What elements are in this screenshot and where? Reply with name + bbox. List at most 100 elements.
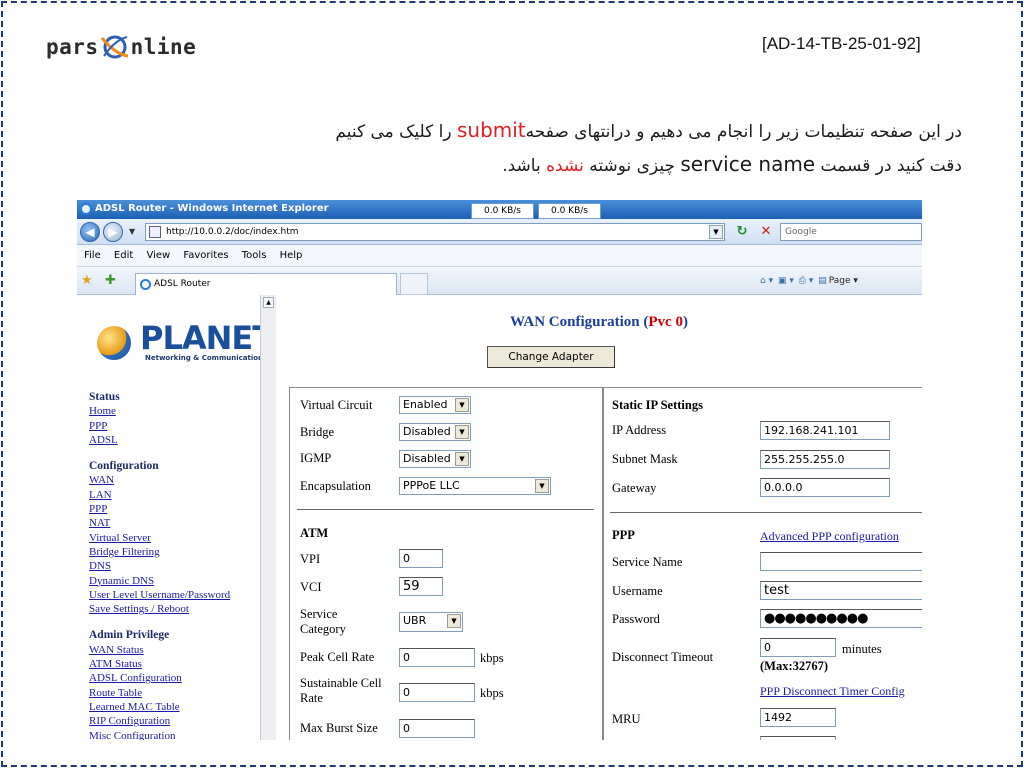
history-dropdown-icon[interactable]: ▼ (129, 227, 135, 236)
max-burst-size-input[interactable]: 0 (399, 719, 475, 738)
username-label: Username (612, 584, 663, 598)
bridge-label: Bridge (300, 425, 335, 439)
home-icon[interactable]: ⌂ ▾ (760, 276, 773, 286)
pvc-label: Pvc 0 (648, 314, 683, 330)
print-icon[interactable]: ⎙ ▾ (799, 276, 814, 286)
disconnect-timeout-label: Disconnect Timeout (612, 650, 714, 664)
not-written-keyword: نشده (546, 156, 584, 176)
wan-title-text: WAN Configuration ( (510, 314, 649, 330)
disconnect-timeout-max: (Max:32767) (760, 659, 829, 673)
vci-input[interactable]: 59 (399, 577, 443, 596)
nav-link-ppp[interactable]: PPP (89, 502, 264, 516)
nav-link-lan[interactable]: LAN (89, 488, 264, 502)
address-dropdown-icon[interactable]: ▼ (709, 225, 723, 239)
service-category-value: UBR (403, 614, 427, 627)
menu-view[interactable]: View (146, 245, 170, 267)
menu-tools[interactable]: Tools (242, 245, 267, 267)
refresh-icon[interactable]: ↻ (733, 224, 751, 240)
planet-brand: PLANET (140, 319, 274, 357)
nav-link-wan[interactable]: WAN (89, 473, 264, 487)
virtual-circuit-select[interactable]: Enabled ▼ (399, 396, 471, 414)
nav-link-rip-config[interactable]: RIP Configuration (89, 714, 264, 728)
chevron-down-icon: ▼ (535, 479, 549, 493)
encapsulation-label: Encapsulation (300, 479, 371, 493)
menu-edit[interactable]: Edit (114, 245, 133, 267)
nav-link-adsl[interactable]: ADSL (89, 433, 264, 447)
ip-address-label: IP Address (612, 423, 667, 437)
username-input[interactable]: test (760, 581, 922, 600)
nav-link-route-table[interactable]: Route Table (89, 686, 264, 700)
nav-link-save-reboot[interactable]: Save Settings / Reboot (89, 602, 264, 616)
mru-input[interactable]: 1492 (760, 708, 836, 727)
peak-cell-rate-input[interactable]: 0 (399, 648, 475, 667)
nav-link-home[interactable]: Home (89, 404, 264, 418)
parsonline-logo: pars nline (46, 32, 196, 62)
line1-text-a: در این صفحه تنظیمات زیر را انجام می دهیم… (525, 122, 962, 142)
page-menu-label[interactable]: Page (829, 276, 851, 286)
nav-link-ppp-status[interactable]: PPP (89, 419, 264, 433)
globe-icon (100, 34, 130, 60)
nav-link-misc-config[interactable]: Misc Configuration (89, 729, 264, 740)
search-input[interactable]: Google (780, 223, 922, 241)
change-adapter-button[interactable]: Change Adapter (487, 346, 615, 368)
logo-text-right: nline (130, 35, 197, 59)
scr-label-2: Rate (300, 691, 323, 705)
stop-icon[interactable]: ✕ (757, 224, 775, 240)
service-category-select[interactable]: UBR ▼ (399, 612, 463, 632)
vci-label: VCI (300, 580, 322, 594)
back-button[interactable]: ◀ (80, 222, 100, 242)
igmp-label: IGMP (300, 451, 332, 465)
page-icon (149, 226, 161, 238)
address-input[interactable]: http://10.0.0.2/doc/index.htm ▼ (145, 223, 725, 241)
scr-label-1: Sustainable Cell (300, 676, 382, 690)
nav-link-dns[interactable]: DNS (89, 559, 264, 573)
new-tab-button[interactable] (400, 273, 428, 295)
vpi-input[interactable]: 0 (399, 549, 443, 568)
ppp-disconnect-timer-link[interactable]: PPP Disconnect Timer Config (760, 684, 905, 699)
nav-link-wan-status[interactable]: WAN Status (89, 643, 264, 657)
password-input[interactable]: ●●●●●●●●●● (760, 609, 922, 628)
service-category-label: Service Category (300, 607, 346, 637)
favorites-star-icon[interactable]: ★ (81, 273, 93, 288)
nav-link-user-level[interactable]: User Level Username/Password (89, 588, 264, 602)
add-favorite-icon[interactable]: ✚ (105, 273, 116, 288)
nav-list: Status Home PPP ADSL Configuration WAN L… (89, 390, 264, 740)
scroll-up-icon[interactable]: ▲ (263, 297, 274, 308)
tab-adsl-router[interactable]: ADSL Router (135, 273, 397, 295)
nav-link-dynamic-dns[interactable]: Dynamic DNS (89, 574, 264, 588)
vpi-label: VPI (300, 552, 321, 566)
menu-file[interactable]: File (84, 245, 101, 267)
nav-link-atm-status[interactable]: ATM Status (89, 657, 264, 671)
menu-help[interactable]: Help (280, 245, 303, 267)
scr-unit: kbps (480, 686, 504, 700)
nav-link-mac-table[interactable]: Learned MAC Table (89, 700, 264, 714)
service-name-input[interactable] (760, 552, 922, 571)
bridge-select[interactable]: Disabled ▼ (399, 423, 471, 441)
encapsulation-select[interactable]: PPPoE LLC ▼ (399, 477, 551, 495)
subnet-mask-input[interactable]: 255.255.255.0 (760, 450, 890, 469)
sustainable-cell-rate-input[interactable]: 0 (399, 683, 475, 702)
feeds-icon[interactable]: ▣ ▾ (778, 276, 794, 286)
chevron-down-icon: ▼ (455, 398, 469, 412)
nav-link-adsl-config[interactable]: ADSL Configuration (89, 671, 264, 685)
page-menu-icon[interactable]: ▤ (818, 276, 827, 286)
address-bar-row: ◀ ▶ ▼ http://10.0.0.2/doc/index.htm ▼ ↻ … (77, 219, 922, 245)
service-name-label: Service Name (612, 555, 683, 569)
gateway-input[interactable]: 0.0.0.0 (760, 478, 890, 497)
advanced-ppp-link[interactable]: Advanced PPP configuration (760, 529, 899, 544)
ip-address-input[interactable]: 192.168.241.101 (760, 421, 890, 440)
service-category-label-2: Category (300, 622, 346, 636)
nav-link-bridge-filtering[interactable]: Bridge Filtering (89, 545, 264, 559)
nav-link-nat[interactable]: NAT (89, 516, 264, 530)
disconnect-timeout-input[interactable]: 0 (760, 638, 836, 657)
pcr-unit: kbps (480, 651, 504, 665)
forward-button[interactable]: ▶ (103, 222, 123, 242)
mru-label: MRU (612, 712, 641, 726)
igmp-select[interactable]: Disabled ▼ (399, 450, 471, 468)
menu-favorites[interactable]: Favorites (183, 245, 228, 267)
next-field-input[interactable] (760, 736, 836, 740)
nav-link-virtual-server[interactable]: Virtual Server (89, 531, 264, 545)
wan-config-title: WAN Configuration (Pvc 0) (276, 314, 922, 331)
nav-heading-admin: Admin Privilege (89, 629, 170, 642)
divider (297, 509, 594, 510)
